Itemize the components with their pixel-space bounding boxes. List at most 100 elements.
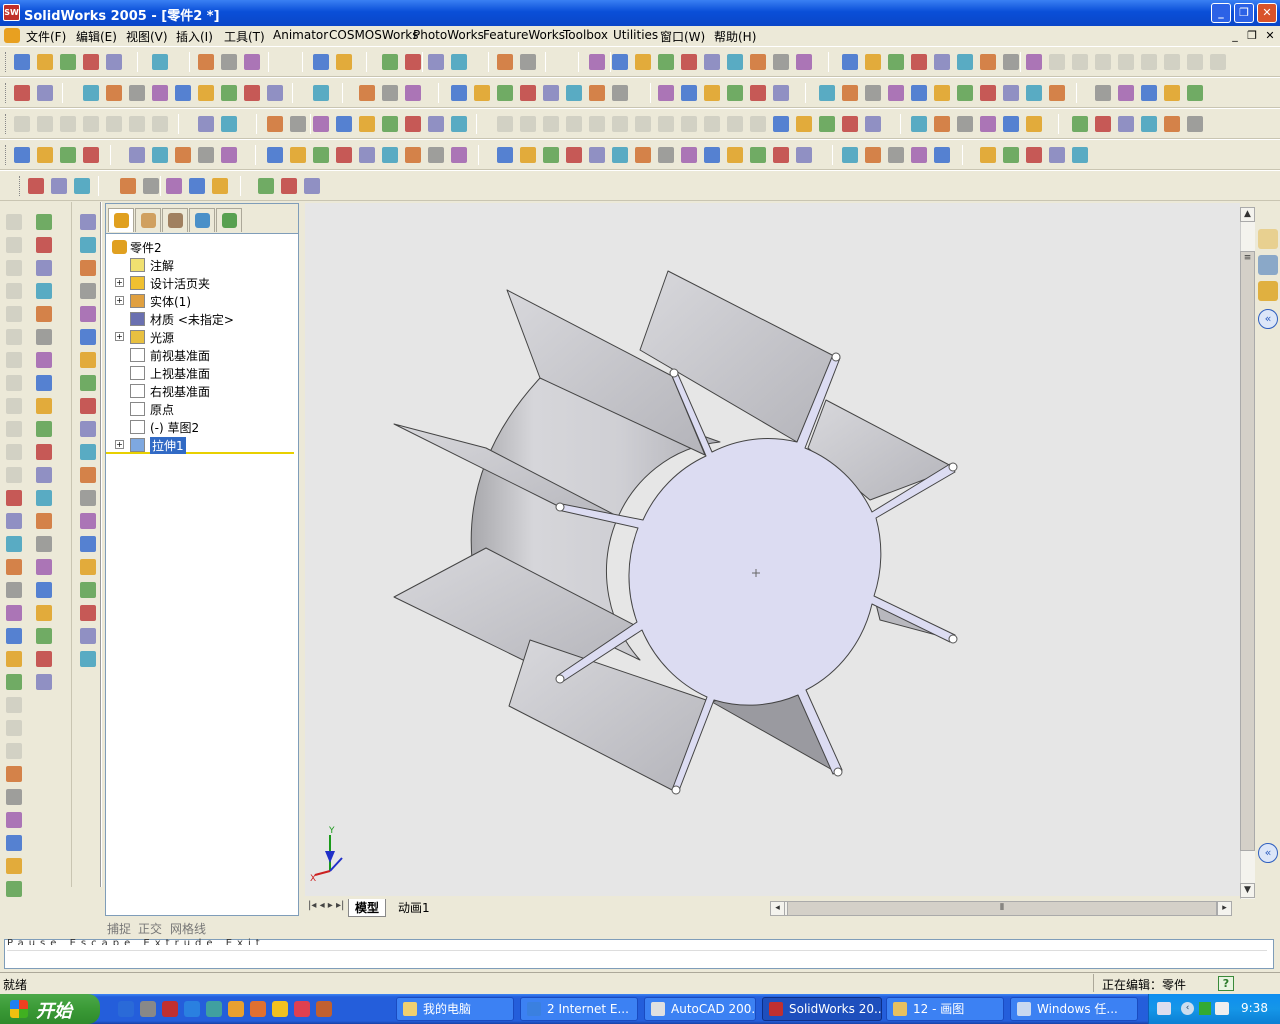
toolbar-tool-icon[interactable] (635, 54, 651, 70)
toolbar-tool-icon[interactable] (6, 237, 22, 253)
toolbar-tool-icon[interactable] (60, 116, 76, 132)
toolbar-tool-icon[interactable] (36, 329, 52, 345)
toolbar-tool-icon[interactable] (212, 178, 228, 194)
toolbar-tool-icon[interactable] (244, 54, 260, 70)
toolbar-tool-icon[interactable] (1003, 54, 1019, 70)
toolbar-tool-icon[interactable] (1141, 116, 1157, 132)
toolbar-tool-icon[interactable] (80, 306, 96, 322)
toolbar-tool-icon[interactable] (106, 85, 122, 101)
menu-edit[interactable]: 编辑(E) (76, 28, 117, 45)
toolbar-tool-icon[interactable] (221, 54, 237, 70)
toolbar-tool-icon[interactable] (635, 116, 651, 132)
toolbar-tool-icon[interactable] (865, 85, 881, 101)
toolbar-tool-icon[interactable] (382, 116, 398, 132)
close-button[interactable]: ✕ (1257, 3, 1277, 23)
toolbar-tool-icon[interactable] (221, 147, 237, 163)
toolbar-tool-icon[interactable] (258, 178, 274, 194)
toolbar-tool-icon[interactable] (189, 178, 205, 194)
quick-launch-icon[interactable] (228, 1001, 244, 1017)
toolbar-tool-icon[interactable] (888, 147, 904, 163)
toolbar-tool-icon[interactable] (83, 116, 99, 132)
toolbar-tool-icon[interactable] (1141, 85, 1157, 101)
toolbar-tool-icon[interactable] (681, 54, 697, 70)
toolbar-tool-icon[interactable] (658, 54, 674, 70)
doc-minimize-button[interactable]: _ (1228, 29, 1242, 43)
tab-property-manager[interactable] (135, 208, 161, 232)
toolbar-tool-icon[interactable] (773, 147, 789, 163)
toolbar-tool-icon[interactable] (1003, 85, 1019, 101)
tree-item[interactable]: 右视基准面 (106, 382, 294, 400)
toolbar-tool-icon[interactable] (589, 54, 605, 70)
tab-feature-tree[interactable] (108, 208, 134, 232)
toolbar-tool-icon[interactable] (911, 116, 927, 132)
toolbar-tool-icon[interactable] (198, 147, 214, 163)
toolbar-tool-icon[interactable] (612, 147, 628, 163)
toolbar-tool-icon[interactable] (658, 147, 674, 163)
toolbar-tool-icon[interactable] (1072, 147, 1088, 163)
tab-model[interactable]: 模型 (348, 899, 387, 917)
toolbar-tool-icon[interactable] (51, 178, 67, 194)
taskbar-button[interactable]: 2 Internet E... (520, 997, 638, 1021)
tab-nav-icons[interactable]: |◂ ◂ ▸ ▸| (308, 900, 344, 911)
toolbar-tool-icon[interactable] (36, 513, 52, 529)
toolbar-tool-icon[interactable] (796, 54, 812, 70)
toolbar-tool-icon[interactable] (80, 283, 96, 299)
toolbar-tool-icon[interactable] (120, 178, 136, 194)
toolbar-tool-icon[interactable] (83, 54, 99, 70)
toolbar-tool-icon[interactable] (6, 467, 22, 483)
toolbar-tool-icon[interactable] (773, 116, 789, 132)
toolbar-tool-icon[interactable] (36, 605, 52, 621)
expand-toggle[interactable]: + (115, 332, 124, 341)
toolbar-tool-icon[interactable] (36, 467, 52, 483)
toolbar-tool-icon[interactable] (359, 116, 375, 132)
toolbar-tool-icon[interactable] (6, 651, 22, 667)
toolbar-tool-icon[interactable] (727, 54, 743, 70)
taskbar-button[interactable]: SolidWorks 20... (762, 997, 882, 1021)
toolbar-tool-icon[interactable] (980, 85, 996, 101)
toolbar-tool-icon[interactable] (1141, 54, 1157, 70)
toolbar-tool-icon[interactable] (428, 116, 444, 132)
toolbar-tool-icon[interactable] (704, 54, 720, 70)
toolbar-tool-icon[interactable] (474, 85, 490, 101)
toolbar-tool-icon[interactable] (1026, 147, 1042, 163)
toolbar-tool-icon[interactable] (175, 147, 191, 163)
toolbar-tool-icon[interactable] (80, 214, 96, 230)
quick-launch-icon[interactable] (316, 1001, 332, 1017)
scroll-up-button[interactable]: ▲ (1240, 207, 1255, 222)
toolbar-tool-icon[interactable] (980, 116, 996, 132)
toolbar-tool-icon[interactable] (1210, 54, 1226, 70)
toolbar-tool-icon[interactable] (520, 85, 536, 101)
toolbar-tool-icon[interactable] (290, 116, 306, 132)
toolbar-tool-icon[interactable] (405, 85, 421, 101)
toolbar-tool-icon[interactable] (957, 116, 973, 132)
toolbar-tool-icon[interactable] (14, 85, 30, 101)
scroll-right-button[interactable]: ▸ (1217, 901, 1232, 916)
menu-photoworks[interactable]: PhotoWorks (413, 28, 484, 42)
toolbar-tool-icon[interactable] (566, 147, 582, 163)
tree-item[interactable]: 材质 <未指定> (106, 310, 294, 328)
toolbar-tool-icon[interactable] (543, 116, 559, 132)
toolbar-tool-icon[interactable] (6, 513, 22, 529)
graphics-viewport[interactable]: Y X (305, 203, 1240, 896)
toolbar-tool-icon[interactable] (842, 116, 858, 132)
expand-pane-icon[interactable]: « (1258, 843, 1278, 863)
toolbar-tool-icon[interactable] (36, 490, 52, 506)
toolbar-tool-icon[interactable] (36, 237, 52, 253)
toolbar-tool-icon[interactable] (1072, 54, 1088, 70)
toolbar-tool-icon[interactable] (198, 85, 214, 101)
toolbar-grip[interactable] (19, 176, 22, 196)
minimize-button[interactable]: _ (1211, 3, 1231, 23)
toolbar-tool-icon[interactable] (612, 116, 628, 132)
home-icon[interactable] (1258, 229, 1278, 249)
toolbar-tool-icon[interactable] (1026, 54, 1042, 70)
menu-toolbox[interactable]: Toolbox (563, 28, 608, 42)
toolbar-tool-icon[interactable] (934, 116, 950, 132)
menu-view[interactable]: 视图(V) (126, 28, 168, 45)
toolbar-tool-icon[interactable] (635, 147, 651, 163)
toolbar-tool-icon[interactable] (336, 147, 352, 163)
toolbar-tool-icon[interactable] (980, 147, 996, 163)
toolbar-tool-icon[interactable] (612, 54, 628, 70)
quick-launch-icon[interactable] (294, 1001, 310, 1017)
toolbar-tool-icon[interactable] (589, 147, 605, 163)
toolbar-tool-icon[interactable] (543, 147, 559, 163)
